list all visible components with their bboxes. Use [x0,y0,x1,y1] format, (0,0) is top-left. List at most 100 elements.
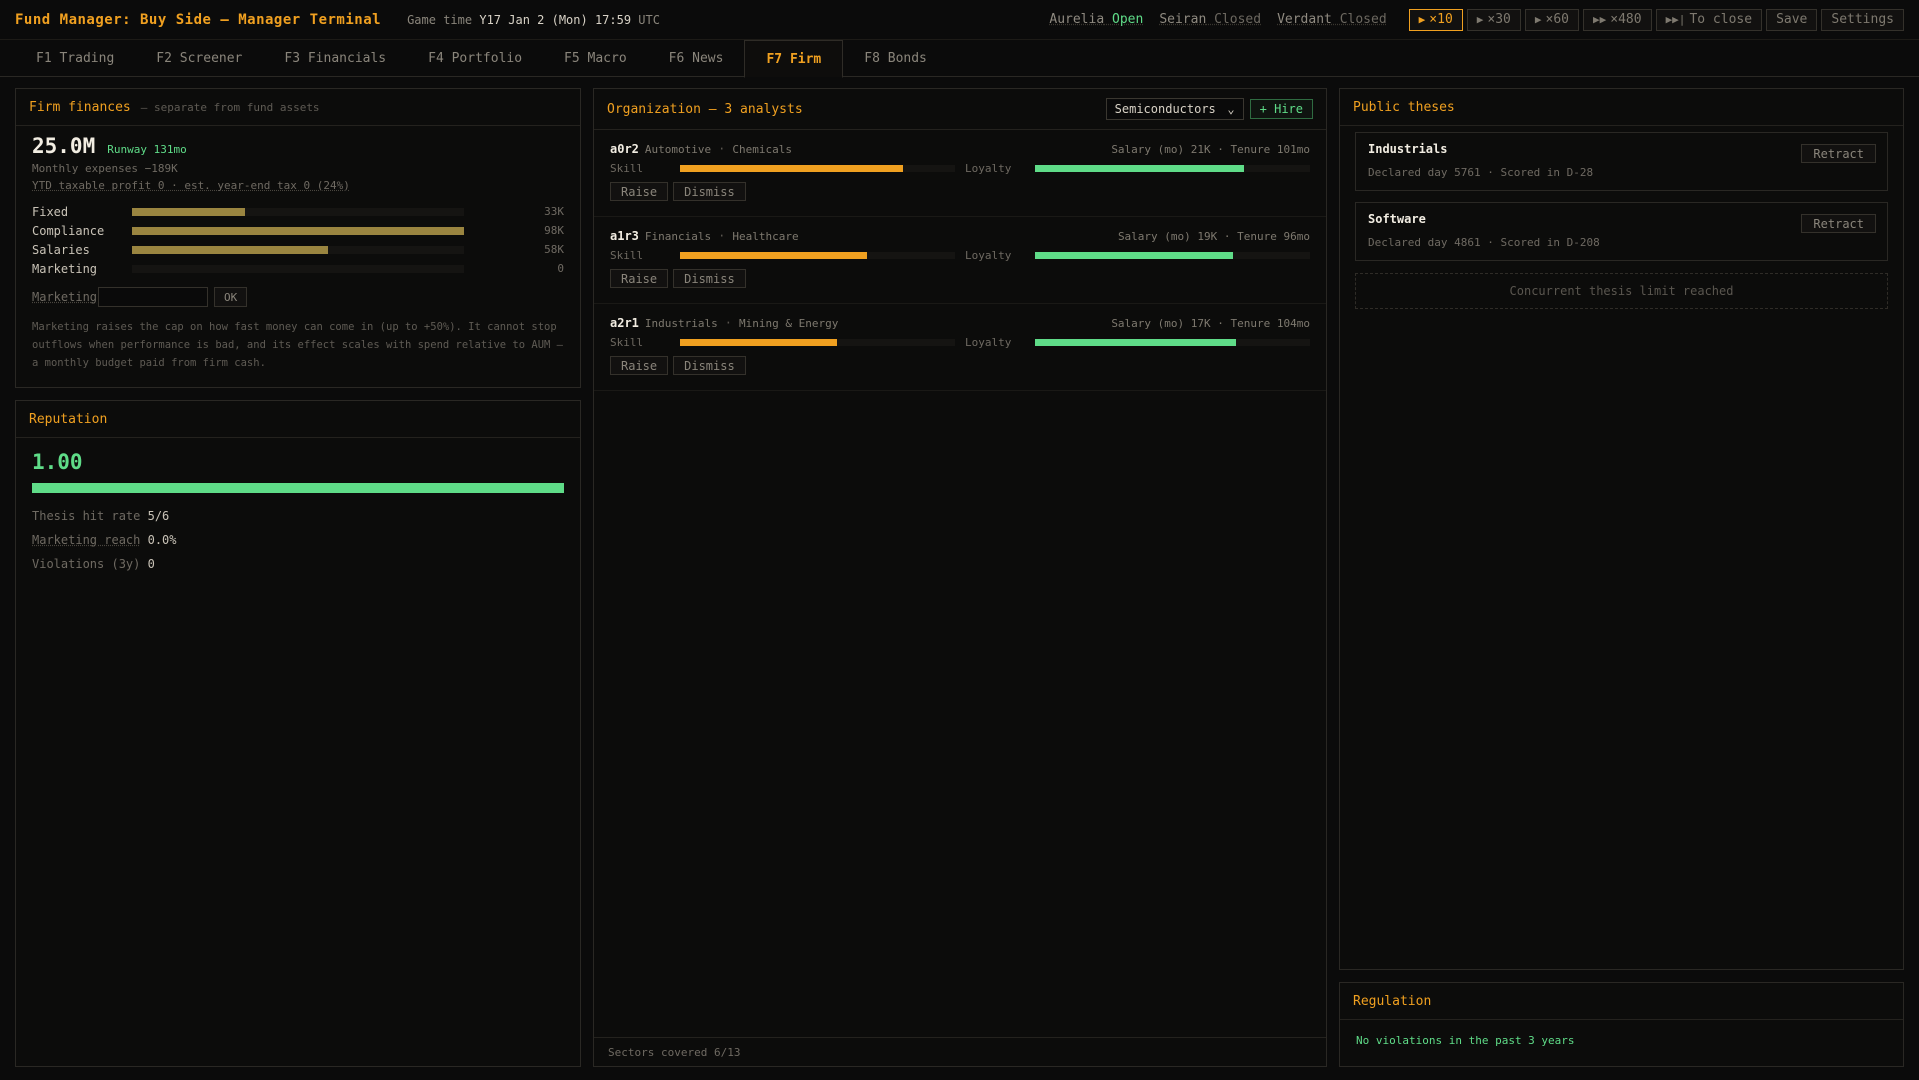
reputation-title: Reputation [29,411,108,427]
game-time-label: Game time [407,12,473,27]
thesis-card: Industrials Declared day 5761 · Scored i… [1355,132,1888,191]
loyalty-label: Loyalty [965,248,1012,262]
settings-button[interactable]: Settings [1821,8,1904,31]
tab-macro[interactable]: F5 Macro [543,40,648,77]
expense-value: 33K [544,205,564,218]
dismiss-button[interactable]: Dismiss [673,269,746,288]
expense-breakdown: Fixed 33K Compliance 98K Salaries 58K Ma… [32,202,564,278]
speed-x10-button[interactable]: ▶ ×10 [1408,8,1463,31]
market-verdant[interactable]: Verdant Closed [1277,12,1387,27]
loyalty-label: Loyalty [965,161,1012,175]
tab-news[interactable]: F6 News [648,40,745,77]
organization-header: Organization — 3 analysts Semiconductors… [594,89,1326,130]
monthly-expenses: Monthly expenses −189K [32,162,178,175]
expense-bar [132,264,464,273]
skip-to-end-icon: ▶▶| [1665,13,1686,26]
expense-bar [132,245,464,254]
regulation-header: Regulation [1340,983,1903,1020]
to-close-button[interactable]: ▶▶| To close [1655,8,1763,31]
expense-label: Salaries [32,242,90,257]
analyst-row: a2r1 Industrials · Mining & Energy Salar… [594,304,1326,391]
raise-button[interactable]: Raise [610,269,669,288]
loyalty-bar [1034,164,1310,172]
raise-button[interactable]: Raise [610,356,669,375]
marketing-budget-input[interactable] [98,287,208,307]
expense-value: 0 [557,262,564,275]
thesis-meta: Declared day 5761 · Scored in D-28 [1368,166,1594,179]
thesis-meta: Declared day 4861 · Scored in D-208 [1368,236,1600,249]
play-icon: ▶ [1534,13,1542,26]
expense-row: Salaries 58K [32,240,564,259]
thesis-card: Software Declared day 4861 · Scored in D… [1355,202,1888,261]
firm-finances-panel: Firm finances — separate from fund asset… [15,88,581,388]
regulation-title: Regulation [1353,993,1432,1009]
analyst-id: a2r1 [610,316,639,330]
expense-value: 58K [544,243,564,256]
analyst-salary-tenure: Salary (mo) 19K · Tenure 96mo [1117,229,1310,243]
public-theses-panel: Public theses Industrials Declared day 5… [1339,88,1904,970]
reputation-score: 1.00 [32,450,83,474]
speed-x30-button[interactable]: ▶ ×30 [1466,8,1521,31]
tab-bonds[interactable]: F8 Bonds [843,40,948,77]
skill-label: Skill [610,248,644,262]
dismiss-button[interactable]: Dismiss [673,356,746,375]
retract-button[interactable]: Retract [1801,144,1876,163]
market-seiran[interactable]: Seiran Closed [1159,12,1261,27]
raise-button[interactable]: Raise [610,182,669,201]
dismiss-button[interactable]: Dismiss [673,182,746,201]
skill-label: Skill [610,335,644,349]
tab-trading[interactable]: F1 Trading [15,40,135,77]
tab-screener[interactable]: F2 Screener [135,40,263,77]
game-time-tz: UTC [638,12,660,27]
tab-bar: F1 Trading F2 Screener F3 Financials F4 … [0,40,1919,78]
top-bar: Fund Manager: Buy Side — Manager Termina… [0,0,1919,40]
tab-financials[interactable]: F3 Financials [263,40,407,77]
expense-row: Fixed 33K [32,202,564,221]
analyst-id: a0r2 [610,142,639,156]
violations-count: Violations (3y) 0 [32,557,155,571]
analyst-sector: Financials [644,229,712,243]
regulation-status: No violations in the past 3 years [1356,1034,1575,1047]
marketing-budget-label: Marketing [32,290,98,304]
marketing-ok-button[interactable]: OK [214,287,248,307]
firm-finances-header: Firm finances — separate from fund asset… [16,89,580,126]
organization-title: Organization — 3 analysts [607,101,803,117]
analyst-sector: Industrials [644,316,718,330]
tab-firm[interactable]: F7 Firm [744,40,844,78]
sector-select-value: Semiconductors [1114,102,1216,116]
expense-row: Compliance 98K [32,221,564,240]
expense-bar [132,226,464,235]
expense-label: Fixed [32,204,69,219]
analyst-sector: Chemicals [732,142,792,156]
speed-x60-button[interactable]: ▶ ×60 [1524,8,1579,31]
market-aurelia[interactable]: Aurelia Open [1049,12,1143,27]
speed-controls: ▶ ×10 ▶ ×30 ▶ ×60 ▶▶ ×480 ▶▶| To close Save S… [1408,8,1904,31]
chevron-down-icon: ⌄ [1227,102,1235,116]
retract-button[interactable]: Retract [1801,214,1876,233]
play-icon: ▶ [1418,13,1426,26]
game-time: Game time Y17 Jan 2 (Mon) 17:59 UTC [407,13,660,27]
expense-bar [132,207,464,216]
loyalty-bar [1034,251,1310,259]
app-title: Fund Manager: Buy Side — Manager Termina… [15,11,382,28]
marketing-reach: Marketing reach 0.0% [32,533,177,547]
ytd-tax-line: YTD taxable profit 0 · est. year-end tax… [32,179,350,192]
speed-x480-button[interactable]: ▶▶ ×480 [1583,8,1652,31]
hire-button[interactable]: + Hire [1249,99,1313,119]
analyst-sector: Automotive [644,142,712,156]
expense-label: Marketing [32,261,98,276]
sectors-covered: Sectors covered 6/13 [594,1037,1326,1066]
thesis-name: Software [1368,212,1426,226]
save-button[interactable]: Save [1766,8,1818,31]
analyst-salary-tenure: Salary (mo) 17K · Tenure 104mo [1111,316,1310,330]
sector-select[interactable]: Semiconductors ⌄ [1105,98,1244,120]
public-theses-title: Public theses [1353,99,1455,115]
tab-portfolio[interactable]: F4 Portfolio [407,40,543,77]
analyst-row: a1r3 Financials · Healthcare Salary (mo)… [594,217,1326,304]
analyst-id: a1r3 [610,229,639,243]
market-status-list: Aurelia Open Seiran Closed Verdant Close… [1049,12,1386,27]
runway: Runway 131mo [107,143,187,156]
play-icon: ▶ [1476,13,1484,26]
skill-bar [679,338,955,346]
skill-bar [679,164,955,172]
